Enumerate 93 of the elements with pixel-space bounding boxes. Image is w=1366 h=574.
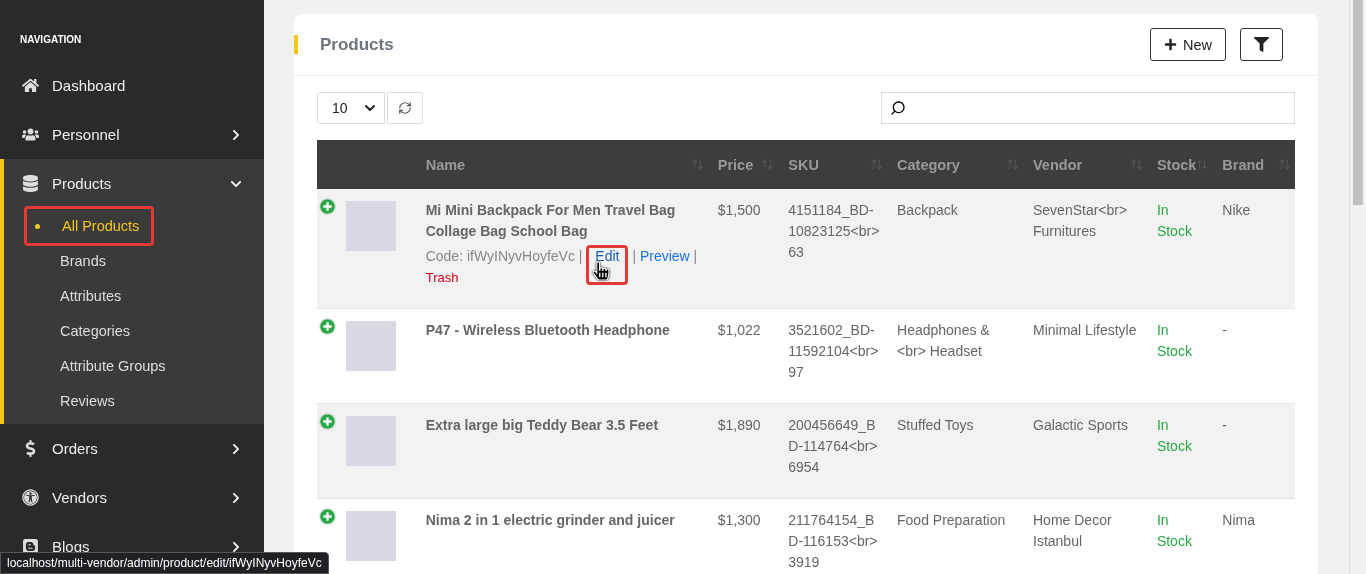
- stock-status: In Stock: [1156, 512, 1192, 549]
- category-cell: Stuffed Toys: [887, 403, 1023, 499]
- separator: |: [632, 248, 636, 264]
- submenu-item[interactable]: Attributes: [60, 278, 122, 313]
- brand-cell: Nike: [1212, 189, 1295, 309]
- refresh-icon: [398, 101, 412, 115]
- sku-cell: 3521602_BD-11592104<br>97: [778, 308, 888, 404]
- stock-status: In Stock: [1156, 202, 1192, 239]
- vendor-cell: Minimal Lifestyle: [1023, 308, 1147, 404]
- column-header[interactable]: Price: [717, 156, 754, 173]
- expand-row-icon[interactable]: [320, 319, 335, 334]
- filter-button[interactable]: [1240, 28, 1283, 61]
- column-header[interactable]: Vendor: [1033, 156, 1083, 173]
- column-header[interactable]: Name: [425, 156, 466, 173]
- refresh-button[interactable]: [387, 92, 423, 124]
- scrollbar[interactable]: [1349, 0, 1366, 574]
- submenu-item[interactable]: Brands: [60, 243, 106, 278]
- photo-placeholder: [346, 321, 397, 371]
- nav-item[interactable]: Orders: [0, 424, 264, 473]
- expand-row-icon[interactable]: [320, 199, 335, 214]
- expand-row-icon[interactable]: [320, 509, 335, 524]
- product-code: Code: ifWyINyvHoyfeVc: [425, 248, 575, 264]
- sort-icon: [1006, 158, 1019, 171]
- submenu-item[interactable]: All Products: [24, 206, 155, 246]
- expand-row-icon[interactable]: [320, 414, 335, 429]
- category-cell: Backpack: [887, 189, 1023, 309]
- category-cell: Food Preparation: [887, 498, 1023, 574]
- link-url-tooltip: localhost/multi-vendor/admin/product/edit/ifWyINyvHoyfeVc: [0, 552, 329, 574]
- sku-cell: 211764154_BD-116153<br>3919: [778, 498, 888, 574]
- sort-icon: [761, 158, 775, 171]
- scrollbar-thumb[interactable]: [1353, 0, 1363, 205]
- trash-link[interactable]: Trash: [425, 270, 459, 285]
- brand-cell: -: [1212, 403, 1295, 499]
- preview-link[interactable]: Preview: [639, 248, 690, 264]
- chevron-right-icon: [230, 540, 242, 553]
- sort-icon: [870, 158, 884, 171]
- title-accent-bar: [294, 35, 298, 54]
- sort-icon: [1278, 158, 1291, 171]
- price-cell: $1,300: [707, 498, 779, 574]
- chevron-right-icon: [230, 491, 242, 504]
- search-field[interactable]: [881, 92, 1295, 124]
- chevron-right-icon: [230, 128, 242, 141]
- column-header[interactable]: Category: [897, 156, 960, 173]
- stock-status: In Stock: [1156, 417, 1192, 454]
- submenu-item[interactable]: Reviews: [60, 383, 115, 418]
- users-icon: [22, 126, 39, 143]
- product-name: Mi Mini Backpack For Men Travel Bag Collage Bag School Bag: [425, 201, 677, 241]
- header-cell: [317, 140, 341, 189]
- price-cell: $1,022: [707, 308, 779, 404]
- home-icon: [22, 77, 39, 94]
- search-icon: [890, 100, 906, 116]
- card-title: Products: [320, 34, 395, 55]
- blog-icon: [22, 538, 39, 555]
- nav-heading: NAVIGATION: [19, 34, 83, 45]
- submenu-item[interactable]: Categories: [60, 313, 131, 348]
- sort-icon: [1129, 158, 1143, 171]
- price-cell: $1,890: [707, 403, 779, 499]
- sku-cell: 200456649_BD-114764<br>6954: [778, 403, 888, 499]
- accessibility-icon: [22, 489, 39, 506]
- price-cell: $1,500: [707, 189, 779, 309]
- photo-placeholder: [346, 201, 397, 251]
- photo-placeholder: [346, 416, 397, 466]
- sort-icon: [690, 158, 704, 171]
- stock-status: In Stock: [1156, 322, 1192, 359]
- database-icon: [22, 175, 39, 192]
- brand-cell: Nima: [1212, 498, 1295, 574]
- vendor-cell: SevenStar<br> Furnitures: [1023, 189, 1147, 309]
- column-header[interactable]: Brand: [1222, 156, 1265, 173]
- chevron-right-icon: [230, 442, 242, 455]
- vendor-cell: Galactic Sports: [1023, 403, 1147, 499]
- vendor-cell: Home Decor Istanbul: [1023, 498, 1147, 574]
- column-header[interactable]: SKU: [788, 156, 819, 173]
- sku-cell: 4151184_BD-10823125<br>63: [778, 189, 888, 309]
- page-size-select[interactable]: 10: [317, 92, 385, 124]
- product-name: Nima 2 in 1 electric grinder and juicer: [425, 511, 676, 530]
- pointer-cursor-icon: [592, 262, 611, 280]
- photo-placeholder: [346, 511, 397, 561]
- filter-icon: [1254, 37, 1269, 52]
- bullet-icon: [35, 223, 40, 229]
- nav-item[interactable]: Personnel: [0, 110, 264, 159]
- plus-icon: [1164, 38, 1177, 51]
- category-cell: Headphones & <br> Headset: [887, 308, 1023, 404]
- nav-item[interactable]: Vendors: [0, 473, 264, 522]
- sort-icon: [1196, 158, 1209, 171]
- nav-item[interactable]: Products: [4, 159, 264, 208]
- new-button[interactable]: New: [1150, 28, 1226, 61]
- product-name: P47 - Wireless Bluetooth Headphone: [425, 321, 671, 340]
- separator: |: [693, 248, 698, 264]
- brand-cell: -: [1212, 308, 1295, 404]
- product-name: Extra large big Teddy Bear 3.5 Feet: [425, 416, 660, 435]
- submenu-item[interactable]: Attribute Groups: [60, 348, 166, 383]
- nav-item[interactable]: Dashboard: [0, 61, 264, 110]
- separator: |: [578, 248, 583, 264]
